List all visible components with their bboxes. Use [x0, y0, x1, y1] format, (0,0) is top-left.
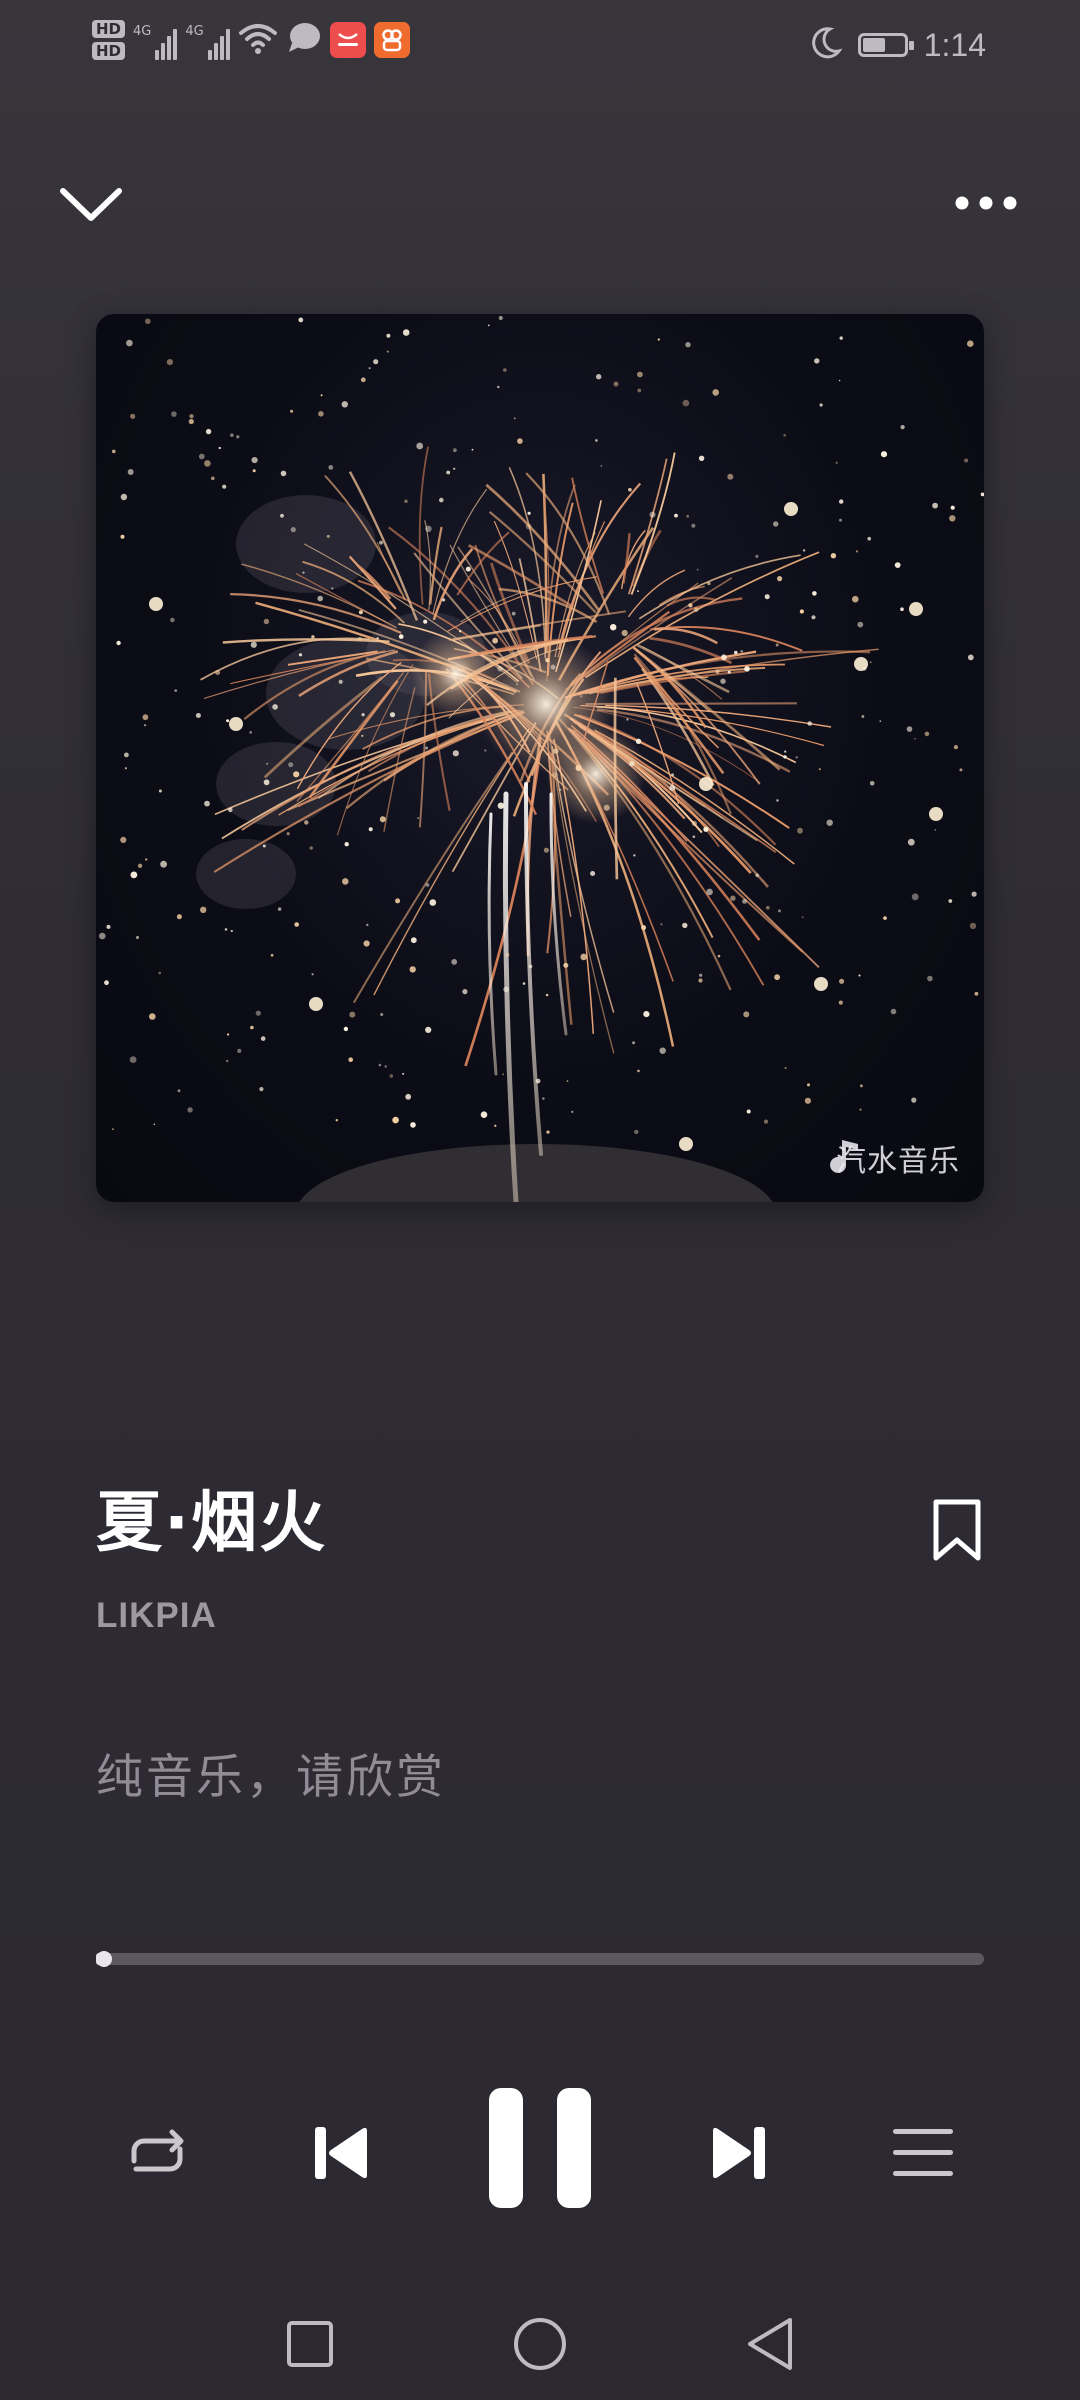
- previous-button[interactable]: [296, 2110, 386, 2200]
- signal-icon-2: 4G: [185, 20, 230, 60]
- status-time: 1:14: [923, 26, 986, 63]
- square-icon: [285, 2319, 335, 2373]
- repeat-button[interactable]: [112, 2110, 202, 2200]
- progress-thumb[interactable]: [96, 1951, 112, 1967]
- pause-button[interactable]: [480, 2080, 600, 2220]
- home-button[interactable]: [500, 2306, 580, 2386]
- back-button[interactable]: [730, 2306, 810, 2386]
- repeat-icon: [122, 2123, 192, 2187]
- hd-indicators: HD HD: [92, 20, 126, 60]
- recents-button[interactable]: [270, 2306, 350, 2386]
- more-options-button[interactable]: [946, 180, 1026, 230]
- triangle-back-icon: [744, 2316, 796, 2376]
- message-bubble-icon: [286, 21, 322, 59]
- progress-bar[interactable]: [96, 1951, 984, 1967]
- signal-icon: 4G: [133, 20, 178, 60]
- more-dots-icon: [954, 195, 1018, 215]
- network-type-label: 4G: [133, 24, 152, 39]
- skip-next-icon: [707, 2123, 771, 2187]
- shopping-app-icon: [329, 22, 366, 58]
- artwork-watermark: 汽水音乐: [828, 1136, 960, 1180]
- playback-controls: [0, 2080, 1080, 2220]
- status-bar: HD HD 4G 4G 1:14: [0, 0, 1080, 100]
- playlist-button[interactable]: [878, 2110, 968, 2200]
- system-nav-bar: [0, 2290, 1080, 2400]
- song-title: 夏·烟火: [96, 1484, 328, 1561]
- chevron-down-icon: [58, 184, 124, 228]
- collapse-player-button[interactable]: [54, 178, 128, 234]
- playlist-icon: [891, 2126, 955, 2184]
- status-bar-right: 1:14: [810, 26, 986, 64]
- hd-badge-2: HD: [92, 42, 126, 60]
- album-artwork[interactable]: 汽水音乐: [96, 314, 984, 1202]
- app-icon: [373, 22, 410, 58]
- wifi-icon: [238, 21, 278, 59]
- pause-icon: [485, 2086, 595, 2214]
- artist-name[interactable]: LIKPIA: [96, 1596, 217, 1636]
- hd-badge-1: HD: [92, 20, 126, 38]
- network-type-label-2: 4G: [185, 24, 204, 39]
- skip-previous-icon: [309, 2123, 373, 2187]
- status-bar-left: HD HD 4G 4G: [92, 20, 410, 60]
- circle-icon: [512, 2316, 568, 2376]
- battery-icon: [857, 33, 914, 57]
- lyric-line: 纯音乐，请欣赏: [96, 1750, 446, 1805]
- moon-icon: [810, 26, 843, 64]
- bookmark-button[interactable]: [922, 1494, 992, 1570]
- bookmark-icon: [931, 1497, 983, 1567]
- next-button[interactable]: [694, 2110, 784, 2200]
- fireworks-image: [99, 315, 984, 1202]
- music-player-screen: HD HD 4G 4G 1:14 汽水音乐 夏·烟火 LIKPIA 纯音乐，请欣…: [0, 0, 1080, 2400]
